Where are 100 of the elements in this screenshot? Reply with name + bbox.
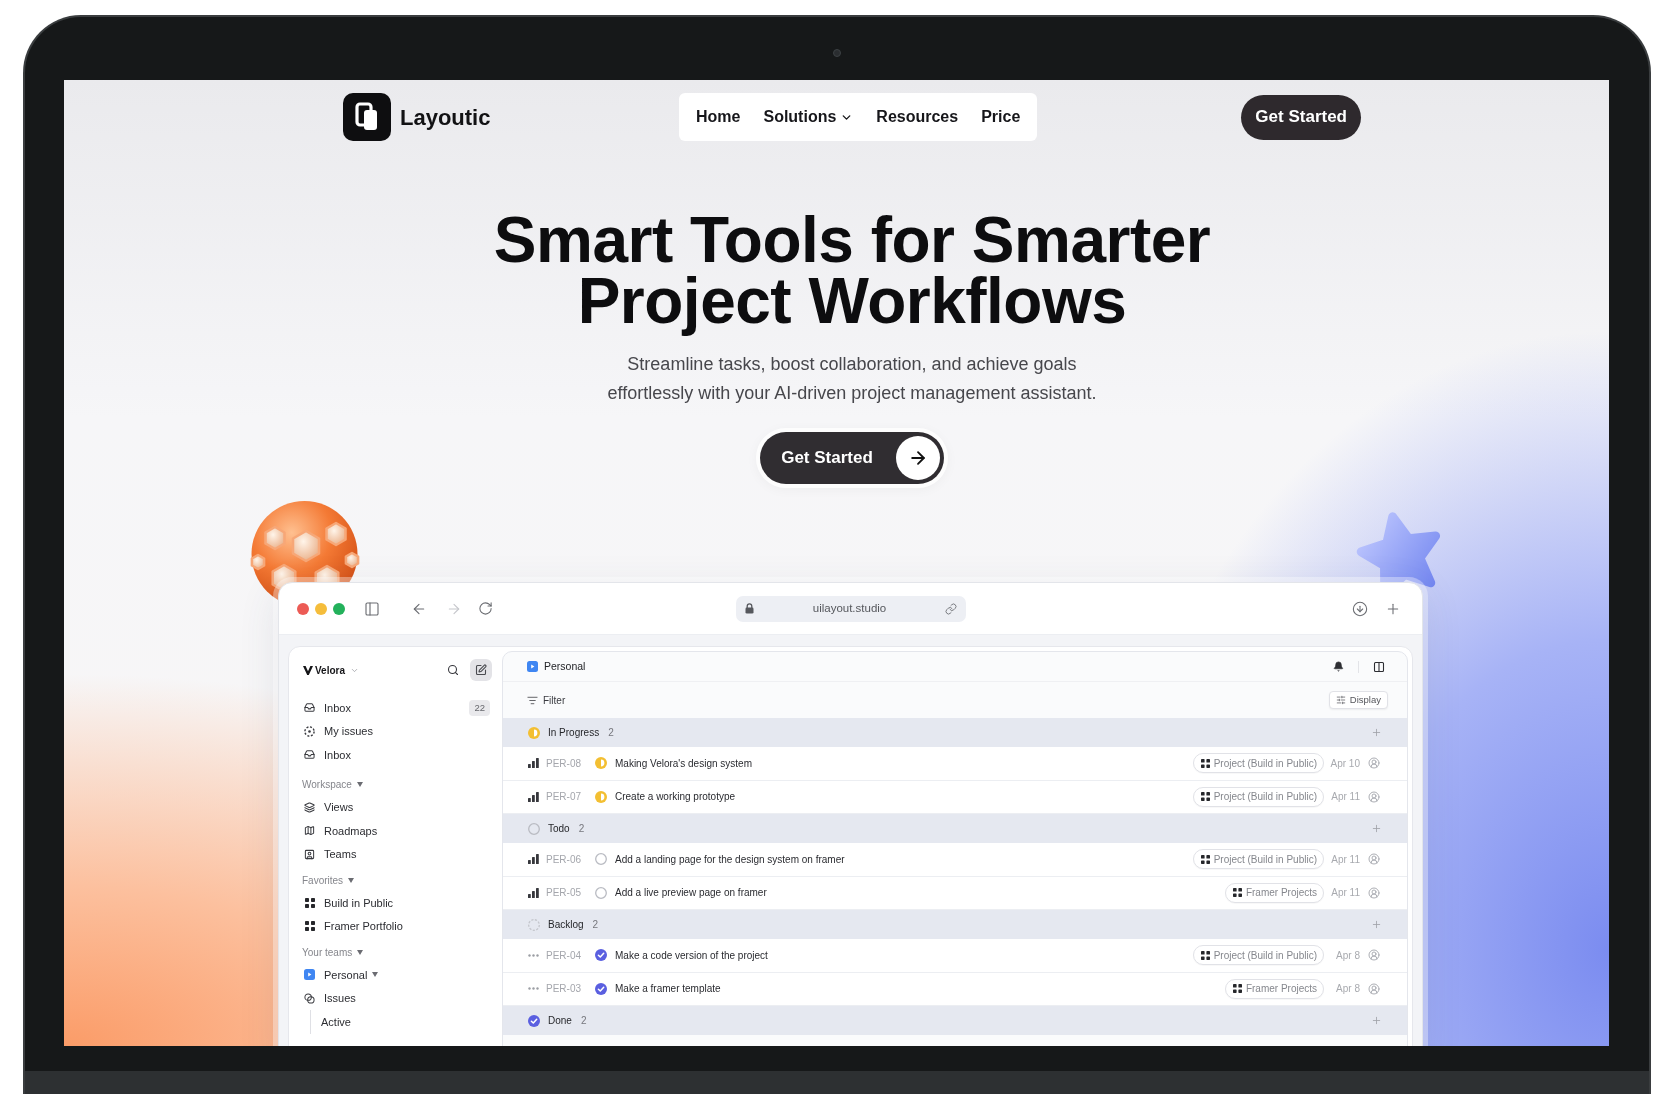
section-header[interactable]: Workspace	[289, 773, 363, 796]
due-date: Apr 8	[1335, 948, 1360, 963]
sidebar-item[interactable]: Views	[289, 795, 502, 819]
group-header[interactable]: Done 2	[503, 1006, 1407, 1035]
due-date: Apr 8	[1335, 982, 1360, 997]
display-button[interactable]: Display	[1328, 691, 1388, 709]
grid-icon	[1200, 854, 1210, 864]
group-count: 2	[580, 1014, 587, 1028]
avatar-icon[interactable]	[1368, 757, 1380, 770]
issue-row[interactable]: PER-04 Make a code version of the project Project (Build in Public) Apr 8	[503, 939, 1407, 973]
split-panel-icon[interactable]	[1373, 660, 1385, 673]
nav-link[interactable]: Solutions	[763, 105, 854, 129]
lock-icon	[745, 603, 754, 614]
team-icon	[304, 969, 315, 981]
issue-title: Making Velora's design system	[615, 756, 752, 771]
due-date: Apr 11	[1330, 790, 1360, 805]
plus-icon[interactable]	[1371, 1015, 1382, 1026]
due-date: Apr 11	[1330, 852, 1360, 867]
project-tag[interactable]: Project (Build in Public)	[1192, 945, 1324, 966]
issue-id: PER-08	[546, 756, 582, 771]
nav-link[interactable]: Home	[696, 105, 741, 129]
project-tag[interactable]: Project (Build in Public)	[1192, 753, 1324, 774]
bell-icon[interactable]	[1333, 661, 1344, 672]
avatar-icon[interactable]	[1368, 886, 1380, 899]
section-header[interactable]: Your teams	[289, 941, 364, 963]
issue-title: Create a working prototype	[615, 790, 736, 805]
grid-icon	[1200, 792, 1210, 802]
sidebar-item[interactable]: Issues	[289, 986, 502, 1010]
address-bar[interactable]: uilayout.studio	[736, 595, 966, 622]
issue-title: Add a live preview page on framer	[615, 886, 767, 901]
avatar-icon[interactable]	[1368, 949, 1380, 962]
group-header[interactable]: Backlog 2	[503, 910, 1407, 939]
filter-button[interactable]: Filter	[527, 692, 566, 708]
user-square-icon	[304, 848, 315, 860]
sidebar-item[interactable]: My issues	[289, 719, 502, 743]
nav-link[interactable]: Price	[981, 105, 1021, 129]
issue-id: PER-03	[546, 982, 582, 997]
project-tag[interactable]: Project (Build in Public)	[1192, 849, 1324, 870]
group-header[interactable]: Todo 2	[503, 814, 1407, 843]
project-tag[interactable]: Project (Build in Public)	[1192, 786, 1324, 807]
group-label: Backlog	[548, 918, 584, 932]
team-title: Personal	[544, 658, 586, 674]
sidebar-item[interactable]: Framer Portfolio	[289, 914, 502, 938]
filter-icon	[527, 694, 538, 706]
due-date: Apr 11	[1330, 886, 1360, 901]
sidebar-item[interactable]: Active	[311, 1010, 502, 1034]
sidebar-item[interactable]: Inbox	[289, 743, 502, 767]
search-icon[interactable]	[447, 664, 459, 676]
issue-row[interactable]: PER-03 Make a framer template Framer Projects Apr 8	[503, 972, 1407, 1006]
plus-icon[interactable]	[1371, 919, 1382, 930]
plus-icon[interactable]	[1371, 727, 1382, 738]
sidebar-item[interactable]: Personal	[289, 963, 502, 987]
sidebar-item[interactable]: Teams	[289, 842, 502, 866]
avatar-icon[interactable]	[1368, 790, 1380, 803]
plus-icon[interactable]	[1371, 823, 1382, 834]
issue-row[interactable]: PER-06 Add a landing page for the design system on framer Project (Build in Public) Apr 11	[503, 843, 1407, 877]
avatar-icon[interactable]	[1368, 982, 1380, 995]
sidebar-toggle-icon[interactable]	[364, 600, 380, 617]
grid-icon	[1232, 984, 1242, 994]
edit-icon	[475, 664, 487, 676]
grid-icon	[304, 897, 315, 908]
window-maximize-button[interactable]	[333, 602, 345, 615]
project-tag[interactable]: Framer Projects	[1224, 882, 1324, 903]
issue-row[interactable]: PER-07 Create a working prototype Project (Build in Public) Apr 11	[503, 780, 1407, 814]
get-started-button[interactable]: Get Started	[756, 428, 948, 488]
overlapping-circles-icon	[304, 992, 315, 1004]
map-icon	[304, 825, 315, 837]
grid-icon	[1232, 888, 1242, 898]
section-header[interactable]: Favorites	[289, 869, 355, 891]
group-count: 2	[592, 918, 599, 932]
grid-icon	[1200, 950, 1210, 960]
layers-icon	[304, 801, 315, 813]
issue-row[interactable]: PER-08 Making Velora's design system Project (Build in Public) Apr 10	[503, 747, 1407, 781]
avatar-icon[interactable]	[1368, 853, 1380, 866]
sidebar-item[interactable]: Build in Public	[289, 891, 502, 915]
inbox-icon	[304, 749, 315, 761]
logo-link[interactable]: Layoutic	[343, 93, 679, 141]
get-started-button[interactable]: Get Started	[1241, 94, 1361, 140]
project-tag[interactable]: Framer Projects	[1224, 978, 1324, 999]
arrow-right-icon	[895, 436, 940, 480]
camera-icon	[833, 49, 841, 57]
workspace-switcher[interactable]: Velora	[303, 662, 360, 678]
issue-title: Make a framer template	[615, 982, 721, 997]
sidebar-item[interactable]: Inbox 22	[289, 696, 502, 720]
workspace-logo-icon	[303, 665, 313, 675]
link-icon[interactable]	[945, 602, 957, 615]
issue-row[interactable]: PER-05 Add a live preview page on framer Framer Projects Apr 11	[503, 876, 1407, 910]
reload-icon[interactable]	[478, 601, 493, 616]
sidebar-item[interactable]: Roadmaps	[289, 819, 502, 843]
window-close-button[interactable]	[297, 602, 309, 615]
issue-title: Add a landing page for the design system on framer	[615, 852, 845, 867]
issue-id: PER-06	[546, 852, 582, 867]
nav-link[interactable]: Resources	[876, 105, 959, 129]
group-count: 2	[578, 822, 585, 836]
download-icon[interactable]	[1352, 600, 1368, 617]
group-header[interactable]: In Progress 2	[503, 718, 1407, 747]
issue-id: PER-07	[546, 790, 582, 805]
inbox-icon	[304, 702, 315, 714]
window-minimize-button[interactable]	[315, 602, 327, 615]
new-issue-button[interactable]	[470, 659, 492, 681]
